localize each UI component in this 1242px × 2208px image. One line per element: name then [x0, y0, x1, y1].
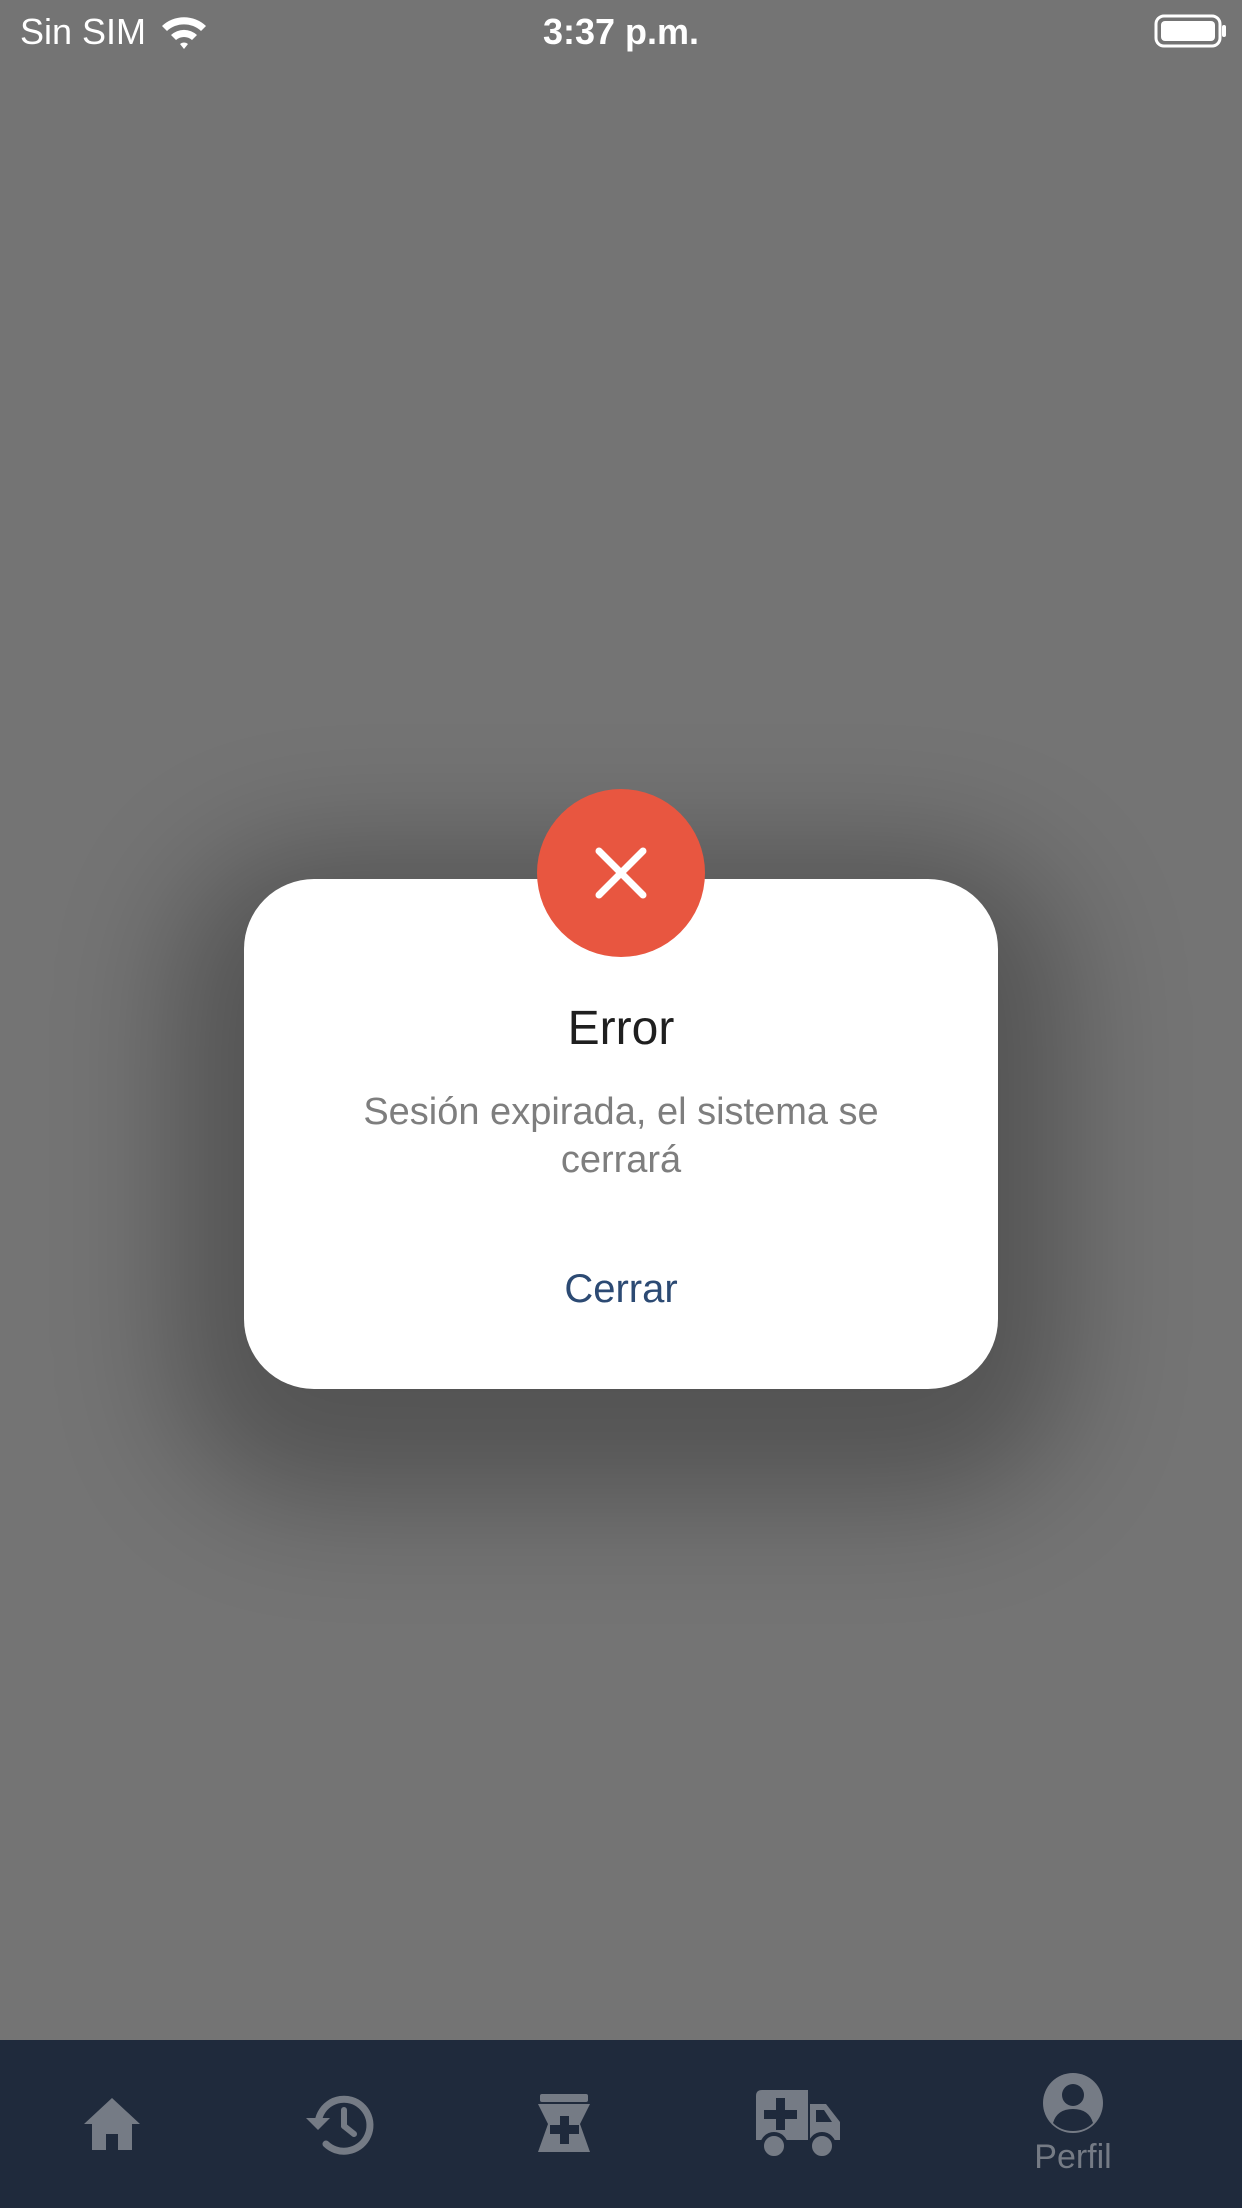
- pharmacy-icon: [532, 2092, 598, 2156]
- history-icon: [300, 2088, 380, 2160]
- nav-home[interactable]: [62, 2040, 162, 2208]
- nav-pharmacy[interactable]: [515, 2040, 615, 2208]
- nav-ambulance[interactable]: [748, 2040, 848, 2208]
- battery-icon: [1154, 14, 1228, 48]
- dialog-title: Error: [567, 1002, 675, 1055]
- error-badge: [537, 789, 705, 957]
- account-circle-icon: [1041, 2071, 1105, 2135]
- status-bar: Sin SIM 3:37 p.m.: [0, 0, 1242, 62]
- nav-history[interactable]: [290, 2040, 390, 2208]
- close-button[interactable]: Cerrar: [520, 1260, 722, 1318]
- dialog-message: Sesión expirada, el sistema se cerrará: [363, 1091, 879, 1181]
- bottom-navigation: Perfil: [0, 2040, 1242, 2208]
- close-icon: [591, 843, 651, 903]
- nav-profile[interactable]: Perfil: [1010, 2040, 1136, 2208]
- nav-profile-label: Perfil: [1034, 2138, 1112, 2176]
- ambulance-icon: [752, 2086, 844, 2162]
- home-icon: [80, 2094, 144, 2154]
- status-time: 3:37 p.m.: [542, 11, 700, 52]
